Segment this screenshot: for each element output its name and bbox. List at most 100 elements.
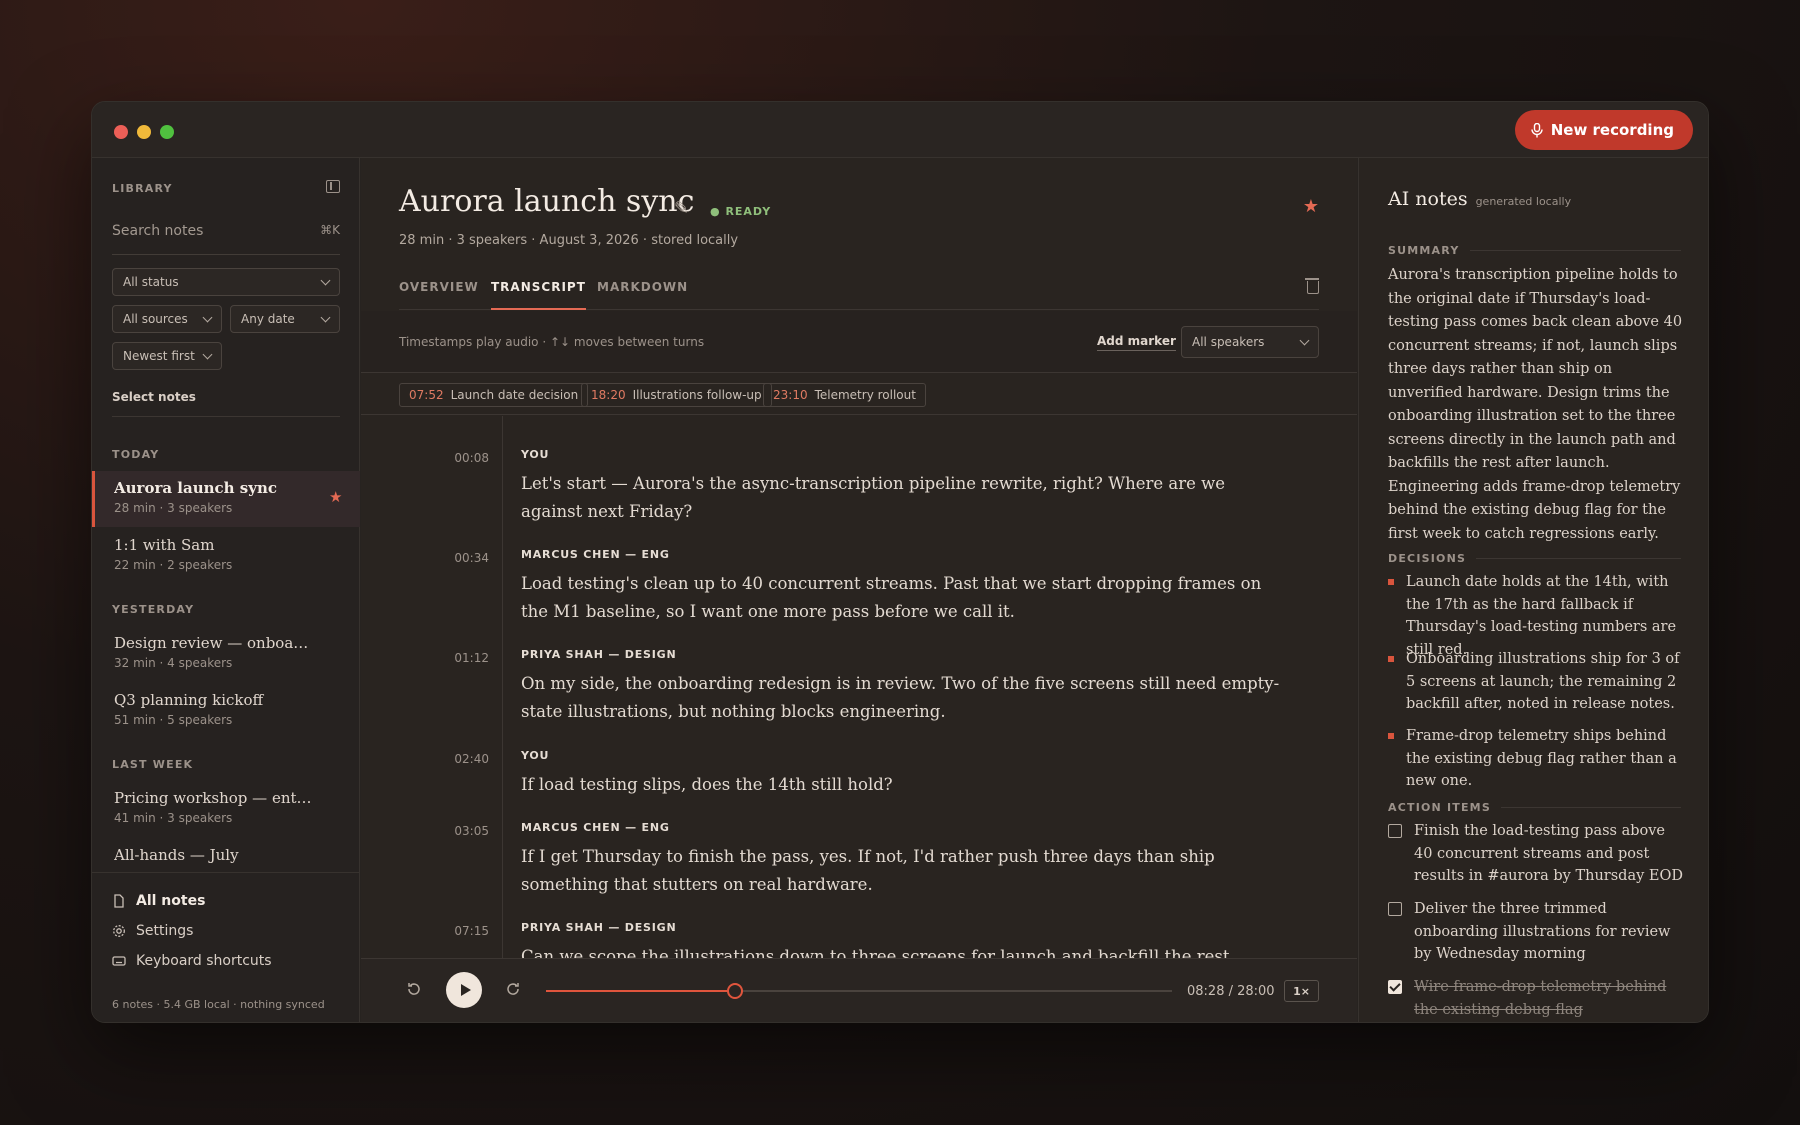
decision-item: Onboarding illustrations ship for 3 of 5… <box>1388 648 1688 716</box>
scrubber-handle[interactable] <box>727 983 744 999</box>
playback-progress <box>546 990 736 992</box>
turn-text: On my side, the onboarding redesign is i… <box>521 674 1280 721</box>
chevron-down-icon <box>320 312 331 322</box>
keyboard-hint: Timestamps play audio · ↑↓ moves between… <box>399 335 705 349</box>
settings-link[interactable]: Settings <box>112 923 193 939</box>
speaker-filter-select[interactable]: All speakers <box>1181 326 1319 358</box>
decision-item: Frame-drop telemetry ships behind the ex… <box>1388 725 1688 793</box>
new-recording-button[interactable]: New recording <box>1514 110 1693 150</box>
note-list-item[interactable]: Pricing workshop — enter… 41 min · 3 spe… <box>92 781 360 837</box>
add-marker-button[interactable]: Add marker <box>1097 334 1176 351</box>
note-title: Aurora launch sync <box>114 479 277 497</box>
action-item-text: Deliver the three trimmed onboarding ill… <box>1414 901 1671 962</box>
note-list-item[interactable]: Q3 planning kickoff 51 min · 5 speakers <box>92 683 360 739</box>
playback-scrubber[interactable] <box>546 983 1172 999</box>
close-window-button[interactable] <box>114 125 128 139</box>
search-input[interactable]: Search notes ⌘K <box>112 223 340 255</box>
document-icon <box>114 894 124 908</box>
sort-value: Newest first <box>123 349 195 363</box>
turn-timestamp[interactable]: 00:08 <box>454 451 489 465</box>
action-item-text: Finish the load-testing pass above 40 co… <box>1414 823 1684 884</box>
transcript-toolbar: Timestamps play audio · ↑↓ moves between… <box>361 311 1357 373</box>
chapter-chip[interactable]: 07:52 Launch date decision <box>399 383 589 407</box>
keyboard-icon <box>112 956 126 966</box>
microphone-icon <box>1531 122 1543 137</box>
chapter-label: Illustrations follow-up <box>632 388 762 402</box>
chapter-chip[interactable]: 18:20 Illustrations follow-up <box>581 383 772 407</box>
checkbox-checked[interactable] <box>1388 980 1402 994</box>
sidebar-footer: All notes Settings Keyboard shortcuts 6 … <box>92 872 359 1022</box>
note-tabs: OVERVIEW TRANSCRIPT MARKDOWN <box>399 276 1319 310</box>
date-filter-value: Any date <box>241 312 295 326</box>
zoom-window-button[interactable] <box>160 125 174 139</box>
all-notes-link[interactable]: All notes <box>112 893 205 909</box>
tab-overview[interactable]: OVERVIEW <box>399 276 479 310</box>
decisions-label: DECISIONS <box>1388 552 1467 565</box>
note-detail: Aurora launch sync ✎ ● READY 28 min · 3 … <box>361 158 1357 1022</box>
chevron-down-icon <box>202 312 213 322</box>
playback-speed-button[interactable]: 1× <box>1284 980 1319 1002</box>
play-button[interactable] <box>446 972 482 1008</box>
turn-timestamp[interactable]: 00:34 <box>454 551 489 565</box>
settings-label: Settings <box>136 923 194 939</box>
chapter-label: Launch date decision <box>450 388 579 402</box>
checkbox[interactable] <box>1388 902 1402 916</box>
chapter-time: 23:10 <box>773 388 808 402</box>
summary-text: Aurora's transcription pipeline holds to… <box>1388 267 1683 542</box>
status-filter-select[interactable]: All status <box>112 268 340 296</box>
status-filter-value: All status <box>123 275 179 289</box>
collapse-sidebar-icon[interactable] <box>326 180 340 193</box>
turn-timestamp[interactable]: 03:05 <box>454 824 489 838</box>
speaker-label: YOU <box>521 448 550 461</box>
status-label: READY <box>725 205 772 218</box>
note-list-item[interactable]: Aurora launch sync 28 min · 3 speakers ★ <box>92 471 360 527</box>
chevron-down-icon <box>320 275 331 285</box>
note-meta: 51 min · 5 speakers <box>114 713 233 727</box>
note-meta: 22 min · 2 speakers <box>114 558 233 572</box>
rewind-icon[interactable] <box>405 980 423 998</box>
action-item-text: Wire frame-drop telemetry behind the exi… <box>1414 979 1667 1018</box>
app-window: New recording LIBRARY Search notes ⌘K Al… <box>91 101 1709 1023</box>
tab-markdown[interactable]: MARKDOWN <box>597 276 688 310</box>
divider <box>112 416 340 417</box>
note-list-item[interactable]: Design review — onboardi… 32 min · 4 spe… <box>92 626 360 682</box>
keyboard-shortcuts-link[interactable]: Keyboard shortcuts <box>112 953 272 969</box>
chapter-time: 18:20 <box>591 388 626 402</box>
chapter-chip[interactable]: 23:10 Telemetry rollout <box>763 383 926 407</box>
status-badge: ● READY <box>710 205 772 218</box>
edit-title-icon[interactable]: ✎ <box>674 198 689 219</box>
summary-label: SUMMARY <box>1388 244 1460 257</box>
group-label-last-week: LAST WEEK <box>112 758 194 771</box>
storage-status: 6 notes · 5.4 GB local · nothing synced <box>112 998 325 1011</box>
tab-transcript[interactable]: TRANSCRIPT <box>491 276 586 310</box>
sources-filter-select[interactable]: All sources <box>112 305 222 333</box>
date-filter-select[interactable]: Any date <box>230 305 340 333</box>
sidebar: LIBRARY Search notes ⌘K All status All s… <box>92 158 360 1022</box>
trash-icon[interactable] <box>1305 278 1319 294</box>
speaker-label: MARCUS CHEN — ENG <box>521 548 670 561</box>
action-item: Finish the load-testing pass above 40 co… <box>1388 820 1688 888</box>
note-title: Pricing workshop — enter… <box>114 789 314 807</box>
minimize-window-button[interactable] <box>137 125 151 139</box>
star-icon[interactable]: ★ <box>329 488 342 506</box>
speaker-label: PRIYA SHAH — DESIGN <box>521 921 677 934</box>
note-title: Q3 planning kickoff <box>114 691 264 709</box>
select-notes-button[interactable]: Select notes <box>112 390 196 404</box>
turn-timestamp[interactable]: 01:12 <box>454 651 489 665</box>
star-icon[interactable]: ★ <box>1303 196 1319 217</box>
forward-icon[interactable] <box>504 980 522 998</box>
sort-select[interactable]: Newest first <box>112 342 222 370</box>
chapter-markers: 07:52 Launch date decision 18:20 Illustrat… <box>361 373 1357 415</box>
note-list-item[interactable]: 1:1 with Sam 22 min · 2 speakers <box>92 528 360 584</box>
checkbox[interactable] <box>1388 824 1402 838</box>
action-items-label: ACTION ITEMS <box>1388 801 1491 814</box>
turn-timestamp[interactable]: 02:40 <box>454 752 489 766</box>
turn-timestamp[interactable]: 07:15 <box>454 924 489 938</box>
note-title: Design review — onboardi… <box>114 634 314 652</box>
chevron-down-icon <box>202 349 213 359</box>
sources-filter-value: All sources <box>123 312 188 326</box>
note-title-heading: Aurora launch sync <box>399 184 695 219</box>
note-meta: 41 min · 3 speakers <box>114 811 233 825</box>
ai-notes-heading: AI notes generated locally <box>1388 188 1571 210</box>
transcript: 00:08 YOU Let's start — Aurora's the asy… <box>361 416 1357 962</box>
